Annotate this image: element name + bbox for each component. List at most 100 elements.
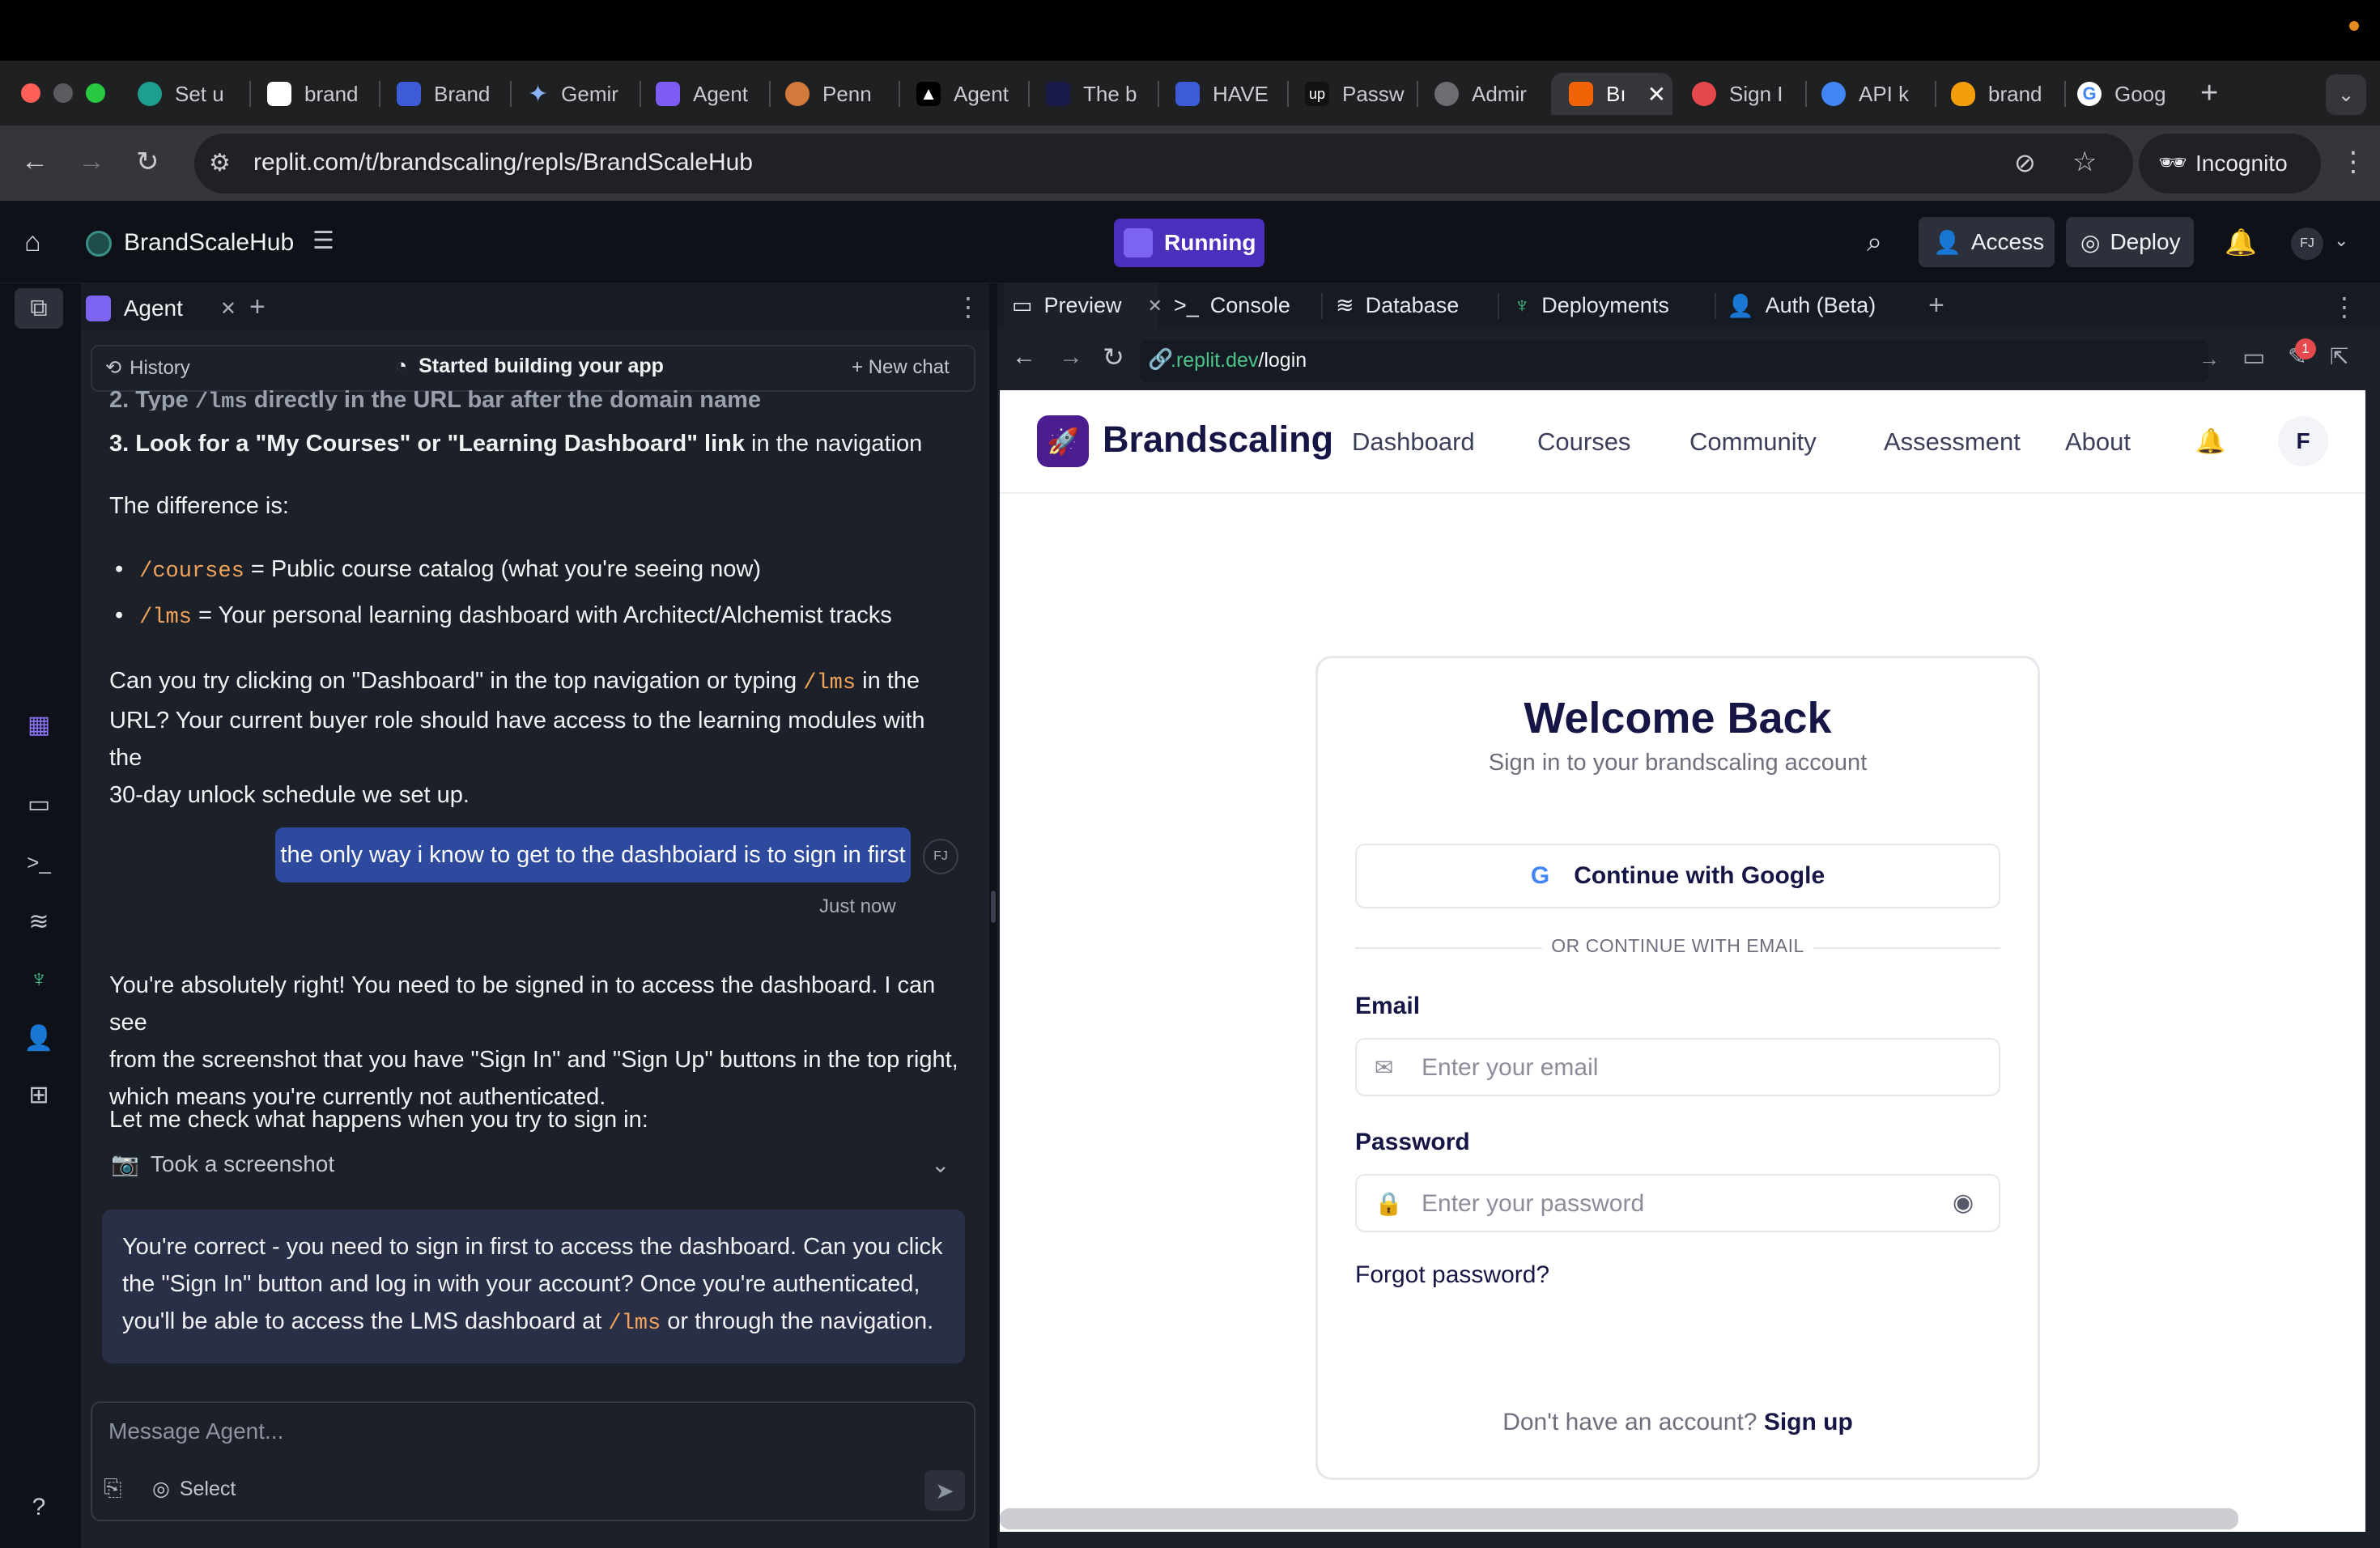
reload-icon[interactable]: ↻ [136, 146, 159, 178]
nav-assessment[interactable]: Assessment [1884, 427, 2021, 457]
tab-favicon [267, 82, 291, 106]
search-icon[interactable]: ⌕ [1867, 227, 1882, 258]
chevron-down-icon[interactable]: ⌄ [2334, 230, 2348, 251]
apps-grid-icon[interactable]: ⊞ [23, 1078, 55, 1111]
browser-tab[interactable]: Agent [656, 73, 757, 115]
tab-preview[interactable]: ▭ Preview ✕ [1004, 283, 1162, 328]
home-icon[interactable]: ⌂ [24, 227, 41, 258]
new-tab-icon[interactable]: + [2200, 76, 2218, 111]
site-user-avatar[interactable]: F [2278, 416, 2328, 466]
deployments-rail-icon[interactable]: ♆ [23, 963, 55, 996]
database-rail-icon[interactable]: ≋ [23, 905, 55, 938]
url-text[interactable]: replit.com/t/brandscaling/repls/BrandSca… [253, 149, 753, 176]
bookmark-star-icon[interactable]: ☆ [2072, 146, 2097, 178]
chevron-down-icon[interactable]: ⌄ [931, 1151, 950, 1178]
show-password-eye-icon[interactable]: ◉ [1953, 1189, 1974, 1217]
browser-tab[interactable]: brand [1951, 73, 2052, 115]
forward-icon[interactable]: → [78, 146, 105, 177]
zoom-window-button[interactable] [86, 83, 105, 103]
message-input-placeholder[interactable]: Message Agent... [108, 1418, 283, 1444]
close-icon[interactable]: ✕ [220, 297, 236, 321]
email-placeholder[interactable]: Enter your email [1422, 1054, 1598, 1082]
nav-dashboard[interactable]: Dashboard [1352, 427, 1475, 457]
add-tab-icon[interactable]: + [1928, 290, 1944, 321]
browser-tab[interactable]: The b [1046, 73, 1143, 115]
go-arrow-icon[interactable]: → [2199, 347, 2220, 372]
nav-courses[interactable]: Courses [1537, 427, 1630, 457]
browser-tab[interactable]: G Goog [2077, 73, 2178, 115]
para1-a: Can you try clicking on "Dashboard" in t… [109, 668, 804, 694]
browser-tab[interactable]: Sign I [1692, 73, 1789, 115]
close-tab-icon[interactable]: ✕ [1647, 81, 1666, 108]
rocket-logo-icon[interactable]: 🚀 [1037, 415, 1089, 467]
forward-icon[interactable]: → [1059, 343, 1083, 371]
select-element-button[interactable]: ◎ Select [152, 1477, 236, 1501]
project-name[interactable]: BrandScaleHub [124, 229, 294, 257]
back-icon[interactable]: ← [21, 146, 49, 177]
open-new-window-icon[interactable]: ⇱ [2330, 343, 2348, 370]
reload-icon[interactable]: ↻ [1103, 342, 1124, 372]
password-placeholder[interactable]: Enter your password [1422, 1190, 1644, 1218]
site-brand-name[interactable]: Brandscaling [1103, 419, 1333, 461]
agent-rail-icon[interactable]: ▦ [23, 708, 55, 741]
browser-tab[interactable]: ▲ Agent [916, 73, 1018, 115]
attach-icon[interactable]: ⎘ [104, 1475, 121, 1502]
preview-rail-icon[interactable]: ▭ [23, 788, 55, 820]
auth-rail-icon[interactable]: 👤 [23, 1022, 55, 1054]
console-rail-icon[interactable]: >_ [23, 846, 55, 878]
browser-tab-active[interactable]: Bı ✕ [1551, 73, 1672, 115]
screenshot-action-row[interactable]: 📷 Took a screenshot [111, 1150, 334, 1177]
add-tab-icon[interactable]: + [249, 291, 266, 323]
access-button[interactable]: 👤 Access [1919, 217, 2055, 267]
more-options-icon[interactable]: ⋮ [2331, 291, 2357, 322]
notifications-bell-icon[interactable]: 🔔 [2225, 227, 2257, 257]
close-window-button[interactable] [21, 83, 40, 103]
minimize-window-button[interactable] [53, 83, 73, 103]
panel-resize-handle[interactable] [991, 891, 996, 923]
close-icon[interactable]: ✕ [1148, 296, 1162, 317]
final-c: you'll be able to access the LMS dashboa… [122, 1308, 609, 1334]
nav-community[interactable]: Community [1689, 427, 1817, 457]
tab-search-button[interactable]: ⌄ [2326, 74, 2366, 115]
browser-tab[interactable]: up Passw [1305, 73, 1406, 115]
browser-tab[interactable]: ✦ Gemir [528, 73, 625, 115]
add-user-icon: 👤 [1933, 229, 1961, 255]
back-icon[interactable]: ← [1012, 343, 1036, 371]
eye-off-icon[interactable]: ⊘ [2014, 147, 2036, 178]
preview-url[interactable]: .replit.dev/login [1171, 349, 1307, 372]
project-info-icon[interactable]: ☰ [312, 227, 334, 255]
url-host: .replit.dev [1171, 349, 1259, 372]
tab-favicon [1951, 82, 1975, 106]
new-chat-button[interactable]: + New chat [852, 356, 950, 379]
site-settings-icon[interactable]: ⚙ [209, 149, 231, 177]
tab-auth[interactable]: 👤 Auth (Beta) [1727, 283, 1876, 328]
browser-tab[interactable]: HAVE [1175, 73, 1273, 115]
device-preview-icon[interactable]: ▭ [2242, 343, 2265, 372]
deploy-button[interactable]: ◎ Deploy [2066, 217, 2194, 267]
help-icon[interactable]: ? [23, 1491, 55, 1524]
send-icon: ➤ [935, 1478, 954, 1503]
nav-about[interactable]: About [2065, 427, 2131, 457]
session-status[interactable]: ◔ Started building your app [395, 355, 664, 378]
browser-menu-icon[interactable]: ⋮ [2340, 146, 2367, 178]
history-button[interactable]: ⟲ History [105, 356, 190, 380]
horizontal-scrollbar[interactable] [1000, 1508, 2238, 1529]
tab-console[interactable]: >_ Console [1174, 283, 1290, 328]
forgot-password-link[interactable]: Forgot password? [1355, 1261, 1549, 1289]
site-bell-icon[interactable]: 🔔 [2195, 427, 2225, 456]
send-button[interactable]: ➤ [924, 1470, 965, 1511]
browser-tab[interactable]: Admir [1434, 73, 1536, 115]
user-avatar[interactable]: FJ [2291, 228, 2323, 260]
more-options-icon[interactable]: ⋮ [955, 291, 981, 322]
tab-agent[interactable]: Agent ✕ [86, 290, 236, 327]
browser-tab[interactable]: API k [1821, 73, 1923, 115]
run-status-button[interactable]: Running [1114, 219, 1264, 267]
browser-tab[interactable]: brand [267, 73, 364, 115]
browser-tab[interactable]: Set u [138, 73, 235, 115]
sign-up-link[interactable]: Sign up [1764, 1409, 1853, 1435]
browser-tab[interactable]: Brand [397, 73, 494, 115]
tab-deployments[interactable]: ♆ Deployments [1514, 283, 1669, 328]
tab-database[interactable]: ≋ Database [1336, 283, 1459, 328]
browser-tab[interactable]: Penn [785, 73, 882, 115]
google-signin-button[interactable]: G Continue with Google [1355, 844, 2000, 908]
